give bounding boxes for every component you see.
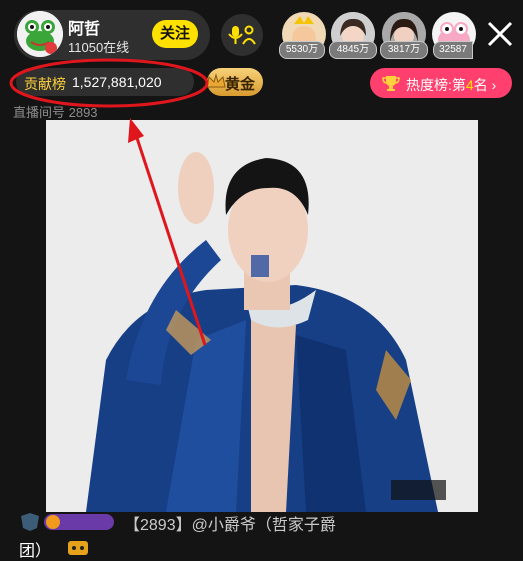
emoji-icon	[68, 541, 88, 555]
annotation-overlay	[9, 58, 209, 346]
chat-message-line-1: 【2893】@小爵爷（哲家子爵	[124, 517, 336, 534]
fan-level-icon	[21, 513, 39, 531]
chat-message-line-2: 团）	[19, 543, 52, 560]
fan-club-badge-icon	[44, 514, 114, 530]
